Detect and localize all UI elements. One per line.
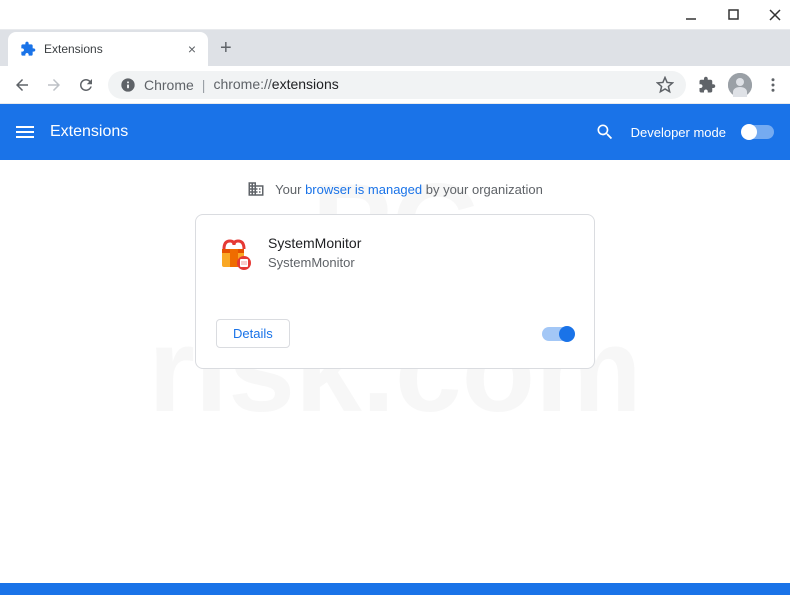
maximize-button[interactable] — [726, 8, 740, 22]
header-right: Developer mode — [595, 122, 774, 142]
managed-link[interactable]: browser is managed — [305, 182, 422, 197]
extension-header: SystemMonitor SystemMonitor — [216, 235, 574, 271]
hamburger-menu-icon[interactable] — [16, 126, 34, 138]
tab-bar: Extensions × + — [0, 30, 790, 66]
extension-toggle[interactable] — [542, 327, 574, 341]
toolbar-right — [694, 73, 782, 97]
extension-icon — [20, 41, 36, 57]
reload-button[interactable] — [72, 71, 100, 99]
new-tab-button[interactable]: + — [220, 37, 232, 60]
back-button[interactable] — [8, 71, 36, 99]
forward-button[interactable] — [40, 71, 68, 99]
extension-footer: Details — [216, 319, 574, 348]
developer-mode-toggle[interactable] — [742, 125, 774, 139]
url-text: chrome://extensions — [213, 76, 338, 94]
extensions-header: Extensions Developer mode — [0, 104, 790, 160]
bottom-border — [0, 583, 790, 595]
menu-dots-icon[interactable] — [764, 76, 782, 94]
extension-name: SystemMonitor — [268, 235, 574, 251]
extension-card: SystemMonitor SystemMonitor Details — [195, 214, 595, 369]
close-window-button[interactable] — [768, 8, 782, 22]
extension-app-icon — [216, 235, 252, 271]
profile-avatar[interactable] — [728, 73, 752, 97]
toolbar: Chrome | chrome://extensions — [0, 66, 790, 104]
tab-title: Extensions — [44, 42, 180, 56]
browser-tab[interactable]: Extensions × — [8, 32, 208, 66]
close-tab-button[interactable]: × — [188, 41, 196, 57]
page-title: Extensions — [50, 123, 579, 141]
security-icon — [120, 77, 136, 93]
extension-info: SystemMonitor SystemMonitor — [268, 235, 574, 271]
address-bar[interactable]: Chrome | chrome://extensions — [108, 71, 686, 99]
managed-notice: Your browser is managed by your organiza… — [20, 180, 770, 198]
details-button[interactable]: Details — [216, 319, 290, 348]
developer-mode-label: Developer mode — [631, 125, 726, 140]
minimize-button[interactable] — [684, 8, 698, 22]
puzzle-icon[interactable] — [698, 76, 716, 94]
building-icon — [247, 180, 265, 198]
extension-description: SystemMonitor — [268, 255, 574, 270]
managed-text: Your browser is managed by your organiza… — [275, 182, 543, 197]
bookmark-star-icon[interactable] — [656, 76, 674, 94]
window-controls — [0, 0, 790, 30]
search-icon[interactable] — [595, 122, 615, 142]
content-area: Your browser is managed by your organiza… — [0, 160, 790, 389]
url-prefix: Chrome — [144, 77, 194, 93]
url-separator: | — [202, 77, 206, 93]
